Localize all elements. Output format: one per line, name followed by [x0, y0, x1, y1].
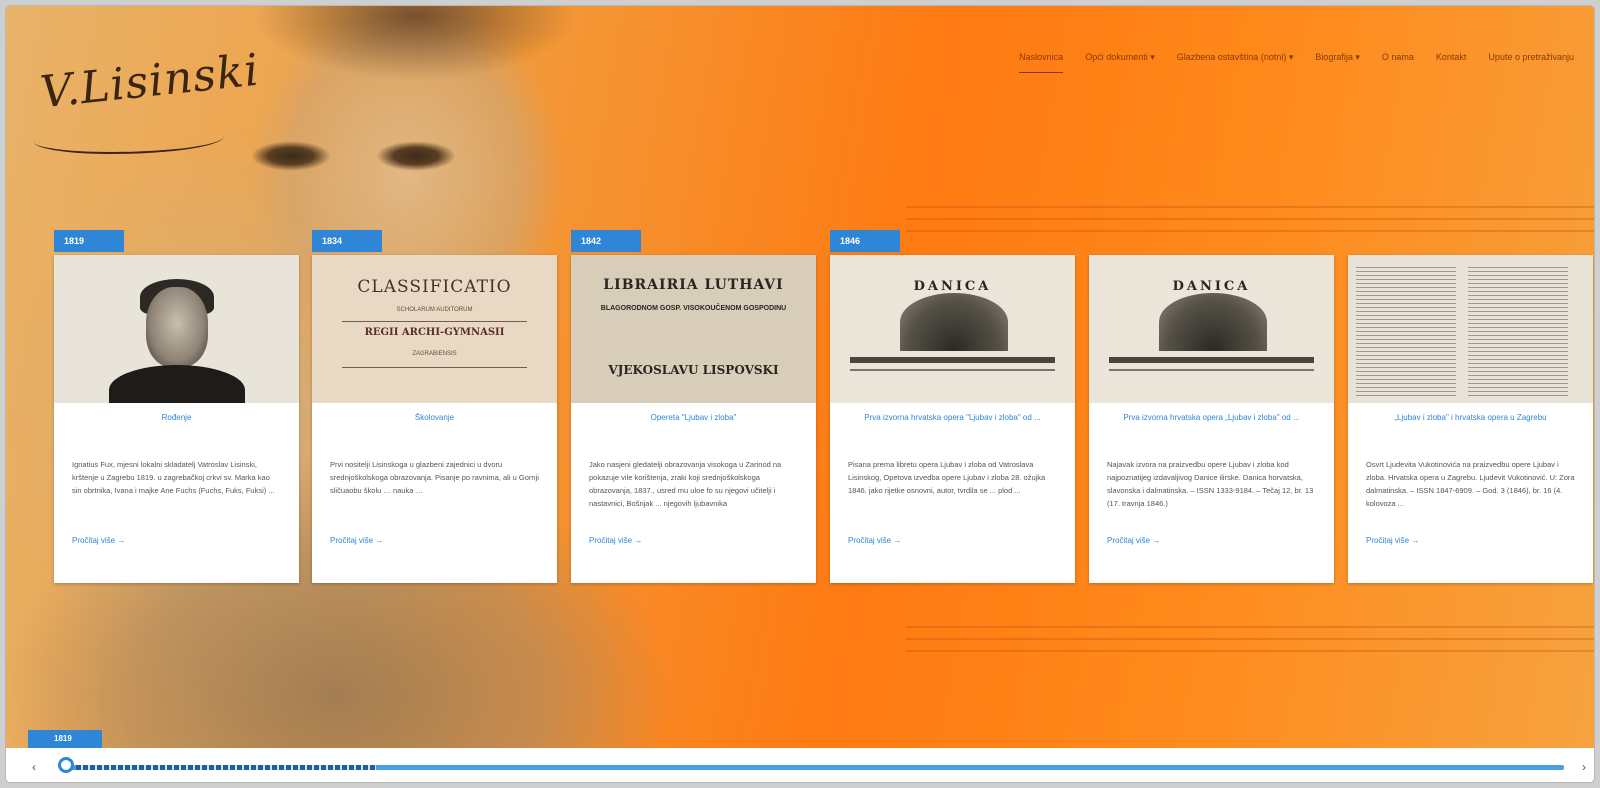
poster-line: BLAGORODNOM GOSP. VISOKOUČENOM GOSPODINU: [600, 305, 787, 312]
read-more-link[interactable]: Pročitaj više →: [1107, 536, 1316, 545]
timeline-card[interactable]: CLASSIFICATIO SCHOLARUM AUDITORUM REGII …: [312, 255, 557, 583]
book-cover-image: CLASSIFICATIO SCHOLARUM AUDITORUM REGII …: [312, 255, 557, 403]
nav-item-general-documents[interactable]: Opći dokumenti ▾: [1085, 52, 1155, 73]
music-staff-line: [906, 218, 1594, 220]
newspaper-bar: [1109, 357, 1314, 363]
card-text: Pisana prema libretu opera Ljubav i zlob…: [848, 460, 1046, 495]
timeline-cards: 1819 Rođenje Ignatius Fux, mjesni lokaln…: [54, 230, 1594, 590]
read-more-link[interactable]: Pročitaj više →: [330, 536, 539, 545]
text-column: [1356, 267, 1456, 397]
newspaper-bar: [850, 357, 1055, 363]
newspaper-bar: [850, 369, 1055, 371]
card-title[interactable]: Opereta "Ljubav i zloba": [581, 413, 806, 422]
timeline-card[interactable]: „Ljubav i zloba" i hrvatska opera u Zagr…: [1348, 255, 1593, 583]
year-badge[interactable]: 1842: [571, 230, 641, 252]
card-title[interactable]: Prva izvorna hrvatska opera „Ljubav i zl…: [1099, 413, 1324, 422]
newspaper-title: DANICA: [913, 279, 992, 294]
book-line: ZAGRABIENSIS: [412, 351, 457, 357]
book-subtitle: SCHOLARUM AUDITORUM: [396, 307, 473, 313]
book-line: REGII ARCHI-GYMNASII: [364, 327, 505, 338]
timeline-card[interactable]: DANICA Prva izvorna hrvatska opera "Ljub…: [830, 255, 1075, 583]
chevron-right-icon[interactable]: ›: [1582, 760, 1586, 774]
music-staff-line: [906, 206, 1594, 208]
year-badge[interactable]: 1834: [312, 230, 382, 252]
music-staff-line: [906, 638, 1594, 640]
timeline-card[interactable]: LIBRAIRIA LUTHAVI BLAGORODNOM GOSP. VISO…: [571, 255, 816, 583]
main-nav: Naslovnica Opći dokumenti ▾ Glazbena ost…: [1019, 52, 1574, 73]
page-frame: V.Lisinski Naslovnica Opći dokumenti ▾ G…: [6, 6, 1594, 782]
nav-item-biography[interactable]: Biografija ▾: [1315, 52, 1360, 73]
logo-signature: V.Lisinski: [37, 44, 262, 119]
card-text: Jako nasjeni gledatelji obrazovanja viso…: [589, 460, 782, 508]
card-title[interactable]: „Ljubav i zloba" i hrvatska opera u Zagr…: [1358, 413, 1583, 422]
read-more-link[interactable]: Pročitaj više →: [848, 536, 1057, 545]
portrait-eye-right: [376, 141, 456, 171]
scrubber-year-markers[interactable]: [76, 765, 376, 770]
newspaper-emblem: [1159, 293, 1267, 351]
nav-item-about[interactable]: O nama: [1382, 52, 1414, 73]
text-column: [1468, 267, 1568, 397]
read-more-link[interactable]: Pročitaj više →: [589, 536, 798, 545]
book-rule: [342, 321, 527, 322]
timeline-card[interactable]: Rođenje Ignatius Fux, mjesni lokalni skl…: [54, 255, 299, 583]
read-more-link[interactable]: Pročitaj više →: [72, 536, 281, 545]
card-title[interactable]: Prva izvorna hrvatska opera "Ljubav i zl…: [840, 413, 1065, 422]
card-text: Prvi nositelji Lisinskoga u glazbeni zaj…: [330, 460, 539, 495]
poster-title: LIBRAIRIA LUTHAVI: [603, 277, 784, 293]
newspaper-image: DANICA: [1089, 255, 1334, 403]
card-title[interactable]: Rođenje: [64, 413, 289, 422]
card-title[interactable]: Školovanje: [322, 413, 547, 422]
newspaper-title: DANICA: [1172, 279, 1251, 294]
year-badge[interactable]: 1819: [54, 230, 124, 252]
scrubber-handle[interactable]: [58, 757, 74, 773]
newspaper-emblem: [900, 293, 1008, 351]
book-rule: [342, 367, 527, 368]
year-badge[interactable]: 1846: [830, 230, 900, 252]
portrait-eye-left: [251, 141, 331, 171]
poster-image: LIBRAIRIA LUTHAVI BLAGORODNOM GOSP. VISO…: [571, 255, 816, 403]
timeline-card[interactable]: DANICA Prva izvorna hrvatska opera „Ljub…: [1089, 255, 1334, 583]
chevron-left-icon[interactable]: ‹: [32, 760, 36, 774]
logo-swoosh: [34, 124, 224, 154]
music-staff-line: [906, 626, 1594, 628]
book-title: CLASSIFICATIO: [357, 277, 512, 297]
newspaper-page-image: [1348, 255, 1593, 403]
newspaper-bar: [1109, 369, 1314, 371]
card-text: Osvrt Ljudevita Vukotinovića na praizved…: [1366, 460, 1575, 508]
nav-item-search-help[interactable]: Upute o pretraživanju: [1488, 52, 1574, 73]
site-logo[interactable]: V.Lisinski: [30, 45, 262, 156]
read-more-link[interactable]: Pročitaj više →: [1366, 536, 1575, 545]
nav-item-music-legacy[interactable]: Glazbena ostavština (notni) ▾: [1177, 52, 1294, 73]
card-text: Najavak izvora na praizvedbu opere Ljuba…: [1107, 460, 1314, 508]
portrait-photo: [54, 255, 299, 403]
music-staff-line: [906, 650, 1594, 652]
photo-coat: [109, 365, 245, 403]
nav-item-contact[interactable]: Kontakt: [1436, 52, 1467, 73]
newspaper-image: DANICA: [830, 255, 1075, 403]
scrubber-year-badge: 1819: [28, 730, 102, 748]
photo-head: [146, 287, 208, 367]
nav-item-home[interactable]: Naslovnica: [1019, 52, 1064, 73]
portrait-hair: [236, 6, 596, 96]
card-text: Ignatius Fux, mjesni lokalni skladatelj …: [72, 460, 275, 495]
poster-line: VJEKOSLAVU LISPOVSKI: [608, 363, 779, 377]
